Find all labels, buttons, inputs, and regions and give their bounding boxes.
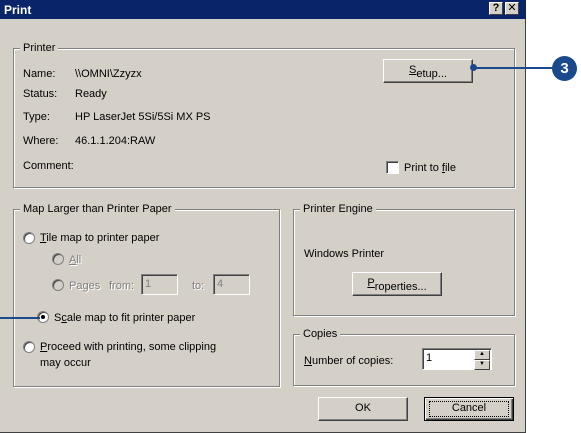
print-to-file-checkbox[interactable] bbox=[386, 161, 399, 174]
print-to-file-label: Print to file bbox=[404, 162, 456, 174]
name-label: Name: bbox=[23, 68, 56, 80]
type-label: Type: bbox=[23, 111, 50, 123]
setup-button-label: Setup... bbox=[409, 64, 447, 80]
pages-label: Pages bbox=[69, 280, 101, 292]
where-label: Where: bbox=[23, 135, 59, 147]
status-label: Status: bbox=[23, 88, 58, 100]
engine-name: Windows Printer bbox=[304, 248, 385, 260]
ok-button-label: OK bbox=[355, 402, 371, 414]
pages-to-input[interactable]: 4 bbox=[213, 274, 250, 295]
properties-button[interactable]: Properties... bbox=[352, 272, 442, 296]
cancel-button-label: Cancel bbox=[451, 402, 487, 414]
map-larger-group: Map Larger than Printer Paper Tile map t… bbox=[13, 203, 280, 387]
copies-group-legend: Copies bbox=[300, 328, 341, 340]
tile-label: Tile map to printer paper bbox=[40, 232, 160, 244]
copies-label: Number of copies: bbox=[304, 355, 394, 367]
printer-group: Printer Name: \\OMNI\Zzyzx Status: Ready… bbox=[13, 42, 515, 188]
scale-callout-leader-line bbox=[0, 317, 40, 319]
name-value: \\OMNI\Zzyzx bbox=[75, 68, 142, 80]
status-value: Ready bbox=[75, 88, 107, 100]
scale-radio-dot bbox=[41, 315, 45, 319]
copies-spin-down-icon[interactable]: ▼ bbox=[474, 360, 490, 370]
proceed-label-line2: may occur bbox=[40, 357, 91, 369]
scale-label: Scale map to fit printer paper bbox=[54, 312, 196, 324]
copies-group: Copies Number of copies: 1 ▲ ▼ bbox=[293, 328, 515, 386]
printer-engine-group-legend: Printer Engine bbox=[300, 203, 376, 215]
pages-from-label: from: bbox=[109, 280, 135, 292]
properties-button-label: Properties... bbox=[367, 277, 427, 293]
all-pages-radio[interactable] bbox=[52, 253, 64, 265]
cancel-button[interactable]: Cancel bbox=[424, 397, 514, 421]
map-larger-group-legend: Map Larger than Printer Paper bbox=[20, 203, 175, 215]
printer-group-legend: Printer bbox=[20, 42, 59, 54]
all-pages-label: All bbox=[69, 254, 82, 266]
callout-number-badge: 3 bbox=[552, 56, 577, 81]
callout-leader-dot bbox=[470, 64, 477, 71]
page-range-radio[interactable] bbox=[52, 279, 64, 291]
setup-button[interactable]: Setup... bbox=[383, 59, 473, 83]
close-icon[interactable]: ✕ bbox=[505, 2, 519, 15]
callout-leader-line bbox=[474, 67, 554, 69]
print-dialog: Print ? ✕ Printer Name: \\OMNI\Zzyzx Sta… bbox=[0, 0, 526, 433]
title-bar: Print ? ✕ bbox=[0, 0, 526, 19]
proceed-label: Proceed with printing, some clipping bbox=[40, 341, 217, 353]
comment-label: Comment: bbox=[23, 160, 74, 172]
ok-button[interactable]: OK bbox=[318, 397, 408, 421]
pages-to-label: to: bbox=[192, 280, 205, 292]
pages-from-input[interactable]: 1 bbox=[141, 274, 178, 295]
printer-engine-group: Printer Engine Windows Printer Propertie… bbox=[293, 203, 515, 316]
copies-spin-up-icon[interactable]: ▲ bbox=[474, 350, 490, 360]
tile-radio[interactable] bbox=[23, 232, 35, 244]
window-title: Print bbox=[4, 3, 32, 17]
help-icon[interactable]: ? bbox=[489, 2, 503, 15]
type-value: HP LaserJet 5Si/5Si MX PS bbox=[75, 111, 211, 123]
where-value: 46.1.1.204:RAW bbox=[75, 135, 156, 147]
proceed-radio[interactable] bbox=[23, 341, 35, 353]
